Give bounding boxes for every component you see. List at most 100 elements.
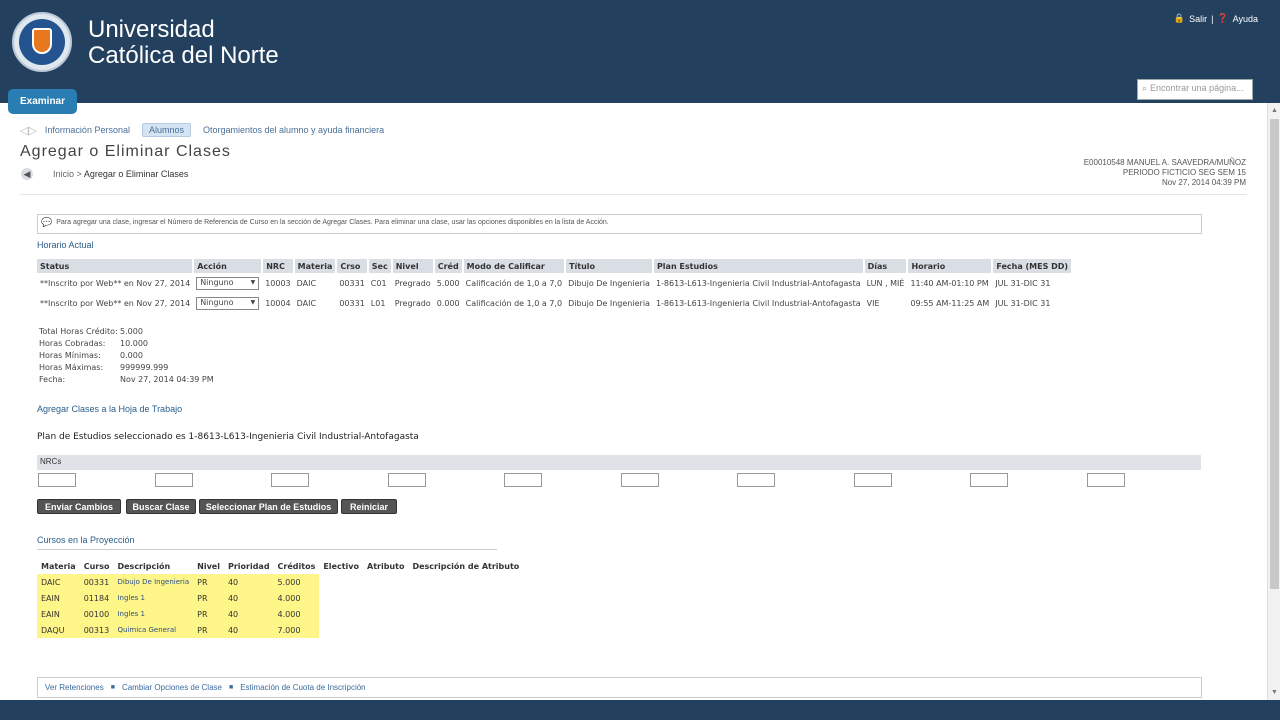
salir-link[interactable]: Salir — [1189, 14, 1207, 24]
cursos-cell: 40 — [223, 574, 274, 590]
nrc-input[interactable] — [1086, 473, 1125, 487]
cursos-empty-cell — [319, 622, 363, 638]
divider — [37, 549, 497, 550]
schedule-cell: L01 — [370, 298, 386, 308]
cursos-empty-cell — [363, 590, 408, 606]
nav-item-informacion-personal[interactable]: Información Personal — [45, 125, 130, 135]
accion-select[interactable]: Ninguno ▼ — [196, 276, 260, 290]
cursos-cell: PR — [193, 606, 224, 622]
examinar-button[interactable]: Examinar — [8, 89, 77, 114]
cursos-cell: 00100 — [79, 606, 114, 622]
cursos-table: Materia Curso Descripción Nivel Prioridad Cré… — [37, 558, 523, 638]
section-nav: ◁▷ Información Personal Alumnos Otorgami… — [20, 123, 396, 137]
seleccionar-plan-button[interactable]: Seleccionar Plan de Estudios — [199, 499, 338, 514]
schedule-cell: **Inscrito por Web** en Nov 27, 2014 — [40, 298, 191, 308]
schedule-header: Modo de Calificar — [462, 259, 567, 273]
plan-selected-text: Plan de Estudios seleccionado es 1-8613-… — [37, 432, 419, 442]
nrc-input[interactable] — [387, 473, 426, 487]
cursos-cell: 00313 — [79, 622, 114, 638]
schedule-cell: 00331 — [339, 278, 365, 288]
cursos-header: Electivo — [323, 561, 359, 571]
total-label: Horas Cobradas: — [39, 339, 106, 348]
total-row: Horas Máximas: 999999.999 — [39, 362, 214, 374]
schedule-cell: 0.000 — [436, 298, 460, 308]
cursos-empty-cell — [363, 574, 408, 590]
breadcrumb-home[interactable]: Inicio — [53, 169, 74, 179]
bullet-icon: ■ — [228, 684, 234, 691]
nrc-input[interactable] — [853, 473, 892, 487]
nav-arrows-icon[interactable]: ◁▷ — [20, 124, 37, 137]
cursos-header: Créditos — [277, 561, 316, 571]
schedule-header: Créd — [433, 259, 464, 273]
search-icon: ⌕ — [1142, 83, 1148, 93]
cursos-cell: DAQU — [37, 622, 80, 638]
cursos-cell: EAIN — [37, 606, 80, 622]
ver-retenciones-link[interactable]: Ver Retenciones — [45, 683, 104, 692]
schedule-header: Nivel — [391, 259, 435, 273]
schedule-header: Plan Estudios — [652, 259, 865, 273]
footer-links: Ver Retenciones ■ Cambiar Opciones de Cl… — [37, 677, 1202, 698]
info-icon: 💬 — [41, 217, 53, 227]
reiniciar-button[interactable]: Reiniciar — [341, 499, 397, 514]
nrc-input[interactable] — [38, 473, 76, 487]
accion-select-value: Ninguno — [200, 297, 234, 307]
schedule-cell: LUN , MIÉ — [866, 278, 905, 288]
schedule-cell: C01 — [370, 278, 387, 288]
cursos-cell: 5.000 — [273, 574, 320, 590]
schedule-header: Horario — [907, 259, 994, 273]
schedule-header: Acción — [193, 259, 264, 273]
nrc-input[interactable] — [271, 473, 309, 487]
page-title: Agregar o Eliminar Clases — [20, 143, 231, 160]
dropdown-arrow-icon: ▼ — [250, 298, 256, 306]
schedule-header: Status — [37, 259, 195, 273]
nav-item-alumnos[interactable]: Alumnos — [141, 123, 191, 137]
schedule-header: Sec — [367, 259, 393, 273]
lock-icon: 🔒 — [1173, 13, 1186, 23]
cursos-header: Curso — [83, 561, 110, 571]
nrc-input[interactable] — [154, 473, 193, 487]
total-row: Horas Cobradas: 10.000 — [39, 338, 214, 350]
bottom-bar — [0, 700, 1280, 720]
nrc-input[interactable] — [970, 473, 1008, 487]
cursos-empty-cell — [319, 606, 363, 622]
schedule-cell: JUL 31-DIC 31 — [995, 278, 1051, 288]
buscar-clase-button[interactable]: Buscar Clase — [126, 499, 196, 514]
schedule-header: NRC — [262, 259, 295, 273]
schedule-header: Fecha (MES DD) — [992, 259, 1074, 273]
university-logo[interactable] — [12, 12, 72, 72]
scrollbar[interactable]: ▲ ▼ — [1267, 103, 1280, 700]
cursos-cell: Ingles 1 — [113, 590, 194, 606]
totals-block: Total Horas Crédito: 5.000 Horas Cobradas:… — [39, 326, 214, 386]
nrc-input[interactable] — [737, 473, 775, 487]
info-message: 💬 Para agregar una clase, ingresar el Nú… — [37, 214, 1202, 234]
total-value: Nov 27, 2014 04:39 PM — [120, 375, 214, 384]
cursos-row: DAQU 00313 Quimica General PR 40 7.000 — [37, 622, 523, 638]
info-text: Para agregar una clase, ingresar el Núme… — [56, 219, 609, 226]
schedule-cell: Calificación de 1,0 a 7,0 — [465, 298, 563, 308]
cursos-empty-cell — [408, 590, 523, 606]
schedule-cell: 1-8613-L613-Ingenieria Civil Industrial-… — [655, 298, 861, 308]
accion-select[interactable]: Ninguno ▼ — [196, 296, 260, 310]
search-input[interactable]: ⌕ Encontrar una página... — [1137, 79, 1253, 100]
user-id-name: E00010548 MANUEL A. SAAVEDRA/MUÑOZ — [1083, 158, 1246, 167]
schedule-cell: DAIC — [296, 298, 317, 308]
agregar-clases-title: Agregar Clases a la Hoja de Trabajo — [37, 404, 183, 414]
estimacion-cuota-link[interactable]: Estimación de Cuota de Inscripción — [240, 683, 365, 692]
cambiar-opciones-link[interactable]: Cambiar Opciones de Clase — [122, 683, 222, 692]
schedule-cell: Dibujo De Ingenieria — [568, 298, 650, 308]
nrc-input[interactable] — [504, 473, 542, 487]
schedule-cell: 11:40 AM-01:10 PM — [910, 278, 989, 288]
schedule-row: **Inscrito por Web** en Nov 27, 2014 Ning… — [37, 293, 1072, 313]
nav-item-otorgamientos[interactable]: Otorgamientos del alumno y ayuda financi… — [203, 125, 384, 135]
dropdown-arrow-icon: ▼ — [250, 278, 256, 286]
separator: | — [1211, 13, 1214, 24]
cursos-empty-cell — [363, 622, 408, 638]
back-arrow-icon[interactable]: ◀ — [21, 168, 33, 180]
ayuda-link[interactable]: Ayuda — [1233, 14, 1258, 24]
enviar-cambios-button[interactable]: Enviar Cambios — [37, 499, 121, 514]
schedule-cell: VIE — [866, 298, 880, 308]
total-label: Horas Máximas: — [39, 363, 104, 372]
schedule-cell: JUL 31-DIC 31 — [995, 298, 1051, 308]
cursos-empty-cell — [408, 622, 523, 638]
nrc-input[interactable] — [620, 473, 659, 487]
